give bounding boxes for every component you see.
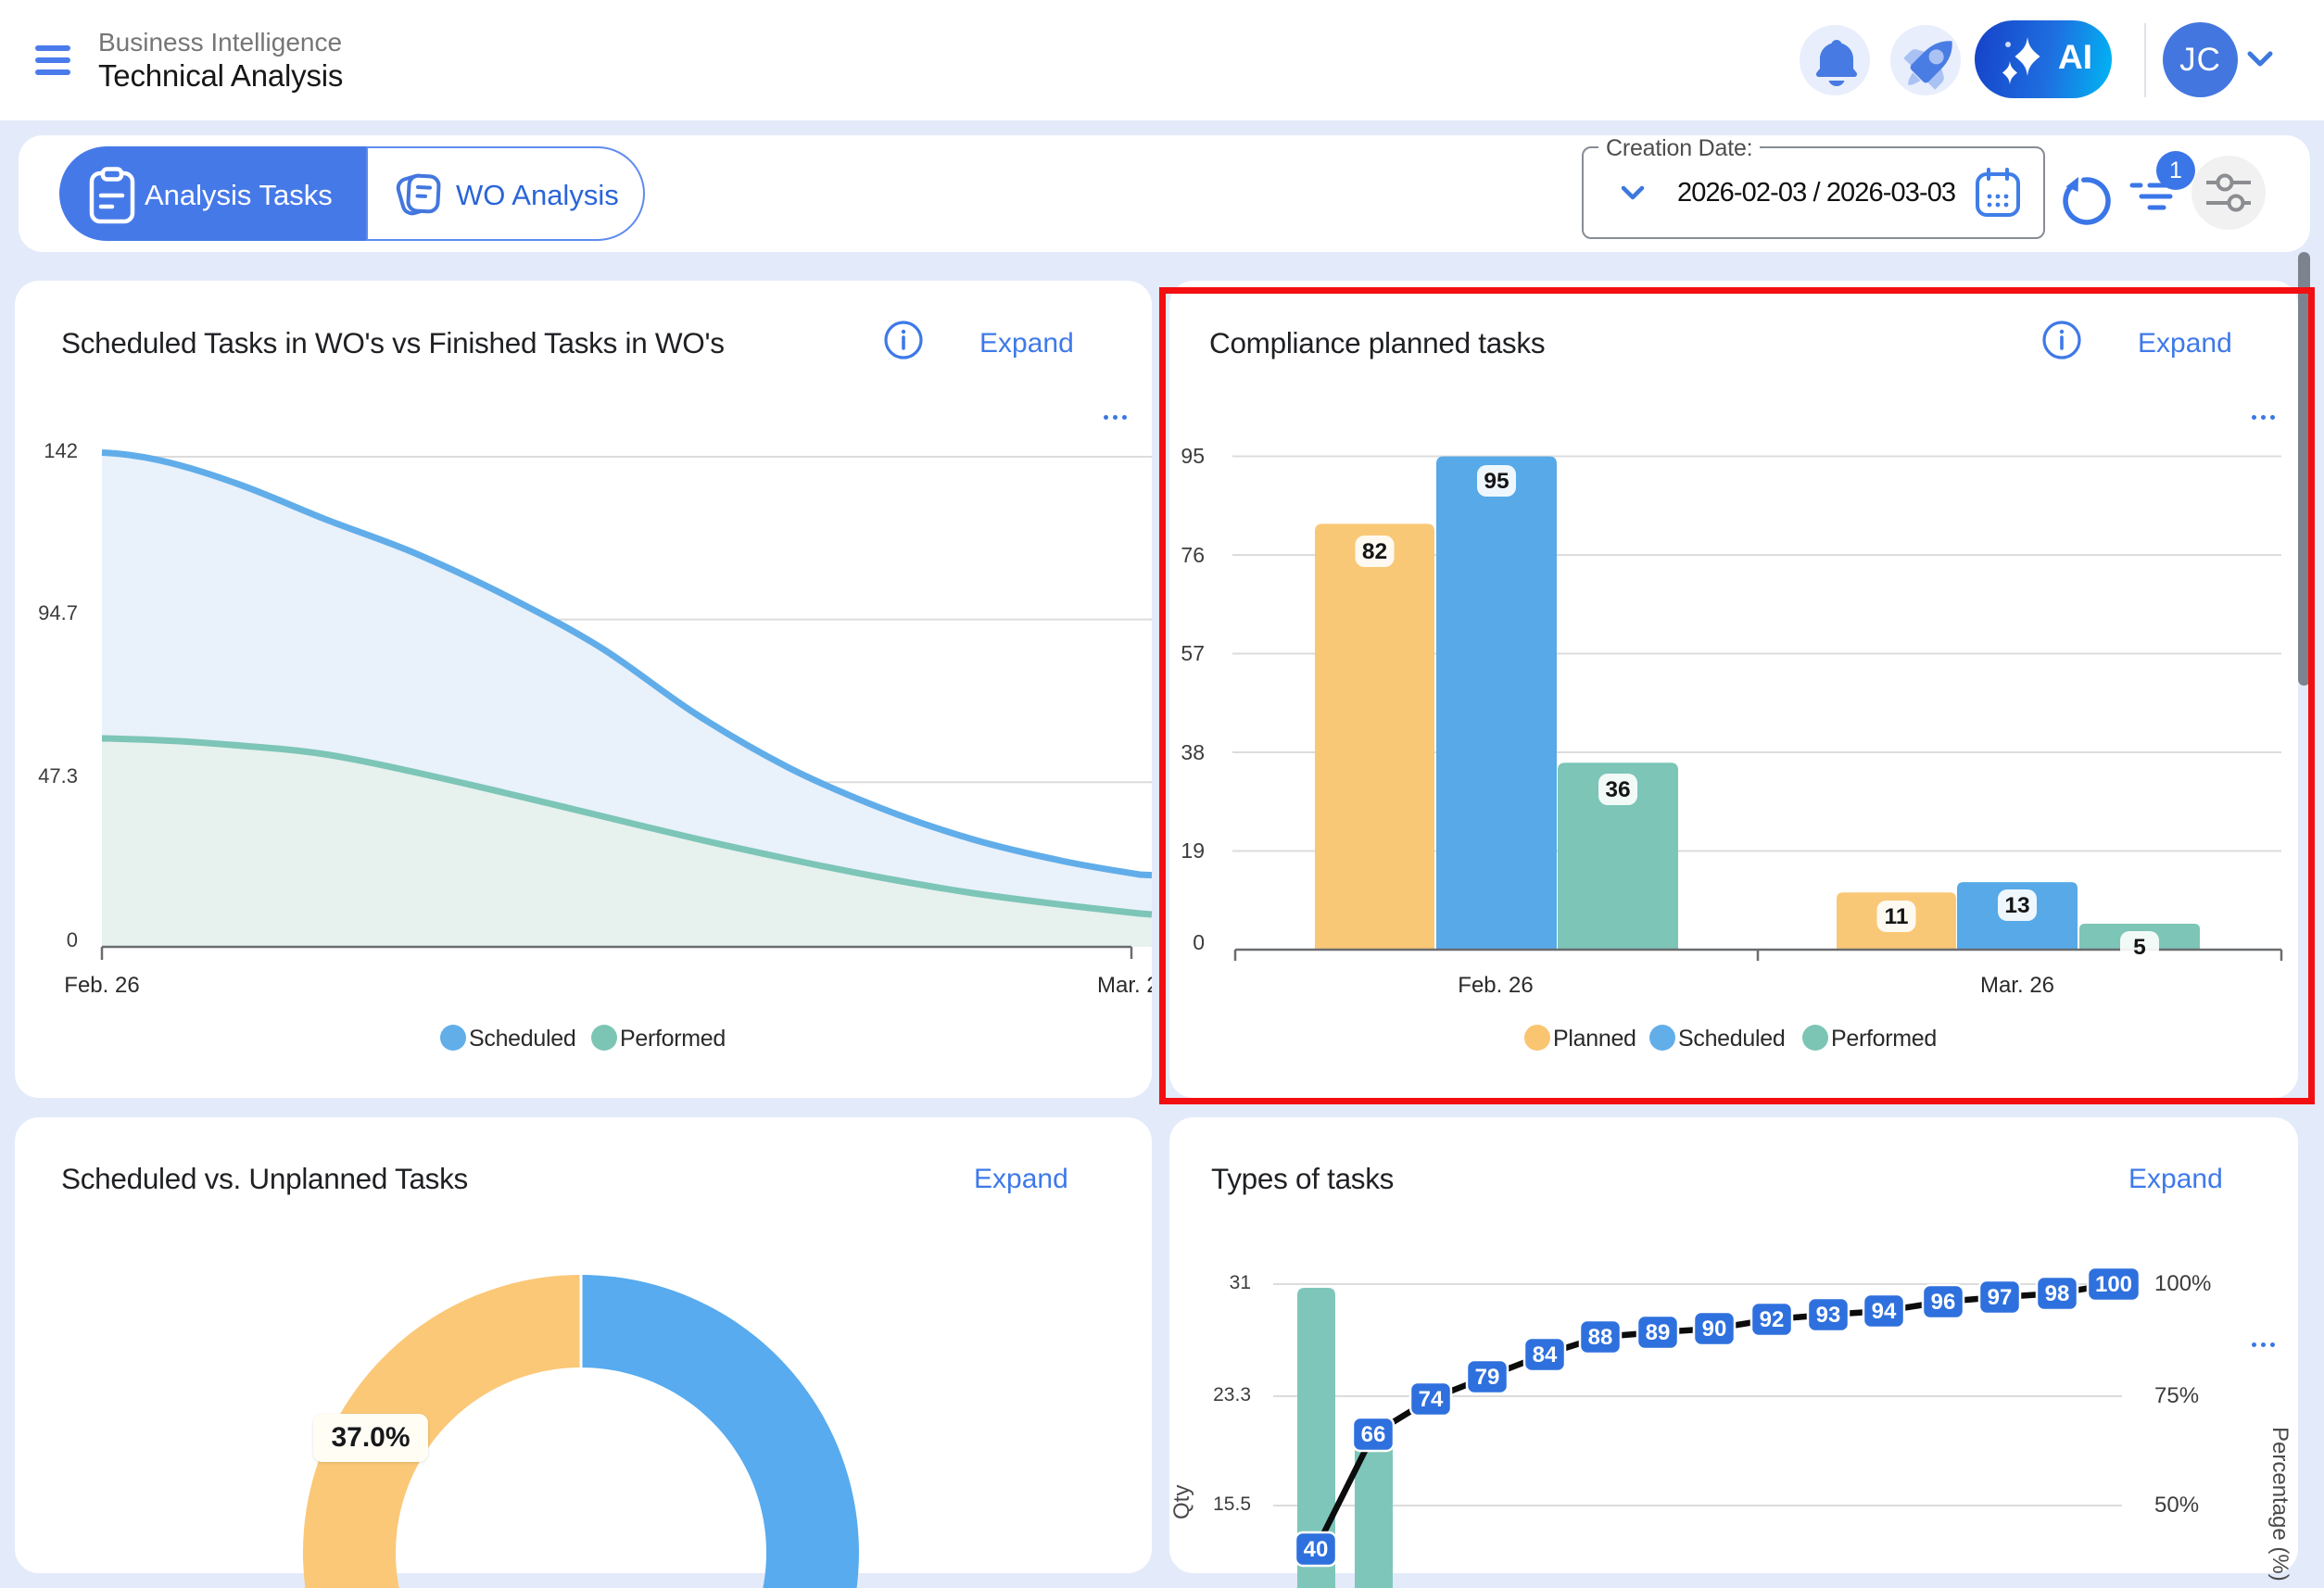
svg-text:40: 40 <box>1304 1537 1329 1562</box>
svg-text:90: 90 <box>1702 1317 1727 1342</box>
svg-text:66: 66 <box>1361 1422 1386 1447</box>
svg-text:92: 92 <box>1760 1307 1785 1332</box>
svg-text:94: 94 <box>1872 1299 1897 1324</box>
svg-text:88: 88 <box>1588 1325 1613 1350</box>
svg-text:96: 96 <box>1931 1290 1956 1315</box>
svg-text:89: 89 <box>1646 1320 1671 1345</box>
svg-text:97: 97 <box>1988 1285 2013 1310</box>
svg-text:93: 93 <box>1816 1303 1841 1328</box>
svg-text:74: 74 <box>1419 1387 1444 1412</box>
svg-text:100: 100 <box>2095 1272 2132 1297</box>
svg-text:98: 98 <box>2045 1281 2070 1306</box>
svg-text:79: 79 <box>1475 1365 1500 1390</box>
svg-text:84: 84 <box>1533 1342 1558 1367</box>
